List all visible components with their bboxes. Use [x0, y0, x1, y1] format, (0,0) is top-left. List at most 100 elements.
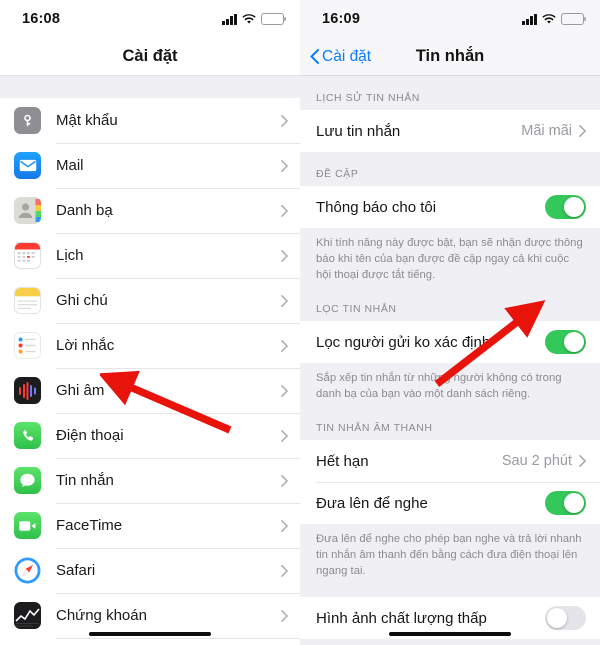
mail-icon	[14, 152, 41, 179]
chevron-left-icon	[310, 49, 319, 64]
cell-save-messages[interactable]: Lưu tin nhắn Mãi mãi	[300, 110, 600, 152]
chevron-right-icon	[281, 474, 288, 487]
low-quality-image-toggle[interactable]	[545, 606, 586, 631]
filter-unknown-senders-toggle[interactable]	[545, 330, 586, 355]
cell-label: Lọc người gửi ko xác định	[316, 333, 491, 351]
stocks-icon	[14, 602, 41, 629]
chevron-right-icon	[281, 429, 288, 442]
cell-label: Thông báo cho tôi	[316, 198, 437, 216]
sidebar-item-label: Danh bạ	[56, 202, 113, 219]
footnote-mentions: Khi tính năng này được bật, bạn sẽ nhận …	[300, 228, 600, 288]
facetime-icon	[14, 512, 41, 539]
dual-phone-screenshot: 16:08 Cài đặt Mật khẩu Mail Danh bạ Lịch…	[0, 0, 600, 645]
section-gap	[300, 583, 600, 598]
section-header-audio-messages: TIN NHẮN ÂM THANH	[300, 406, 600, 441]
sidebar-item-safari[interactable]: Safari	[0, 548, 300, 593]
sidebar-item-label: Điện thoại	[56, 427, 124, 444]
cell-expire[interactable]: Hết hạn Sau 2 phút	[300, 440, 600, 483]
raise-to-listen-toggle[interactable]	[545, 491, 586, 516]
sidebar-item-translate[interactable]: A文 Dịch thuật	[0, 638, 300, 645]
nav-bar-left: Cài đặt	[0, 38, 300, 76]
cell-label: Hình ảnh chất lượng thấp	[316, 609, 487, 627]
status-bar-left: 16:08	[0, 0, 300, 38]
sidebar-item-voice-memos[interactable]: Ghi âm	[0, 368, 300, 413]
page-title: Cài đặt	[122, 47, 178, 65]
cell-value: Mãi mãi	[521, 123, 586, 139]
battery-icon	[561, 13, 587, 25]
sidebar-item-messages[interactable]: Tin nhắn	[0, 458, 300, 503]
chevron-right-icon	[579, 125, 586, 137]
right-phone-messages-settings-screen: 16:09 Cài đặt Tin nhắn LỊCH SỬ TIN NHẮN …	[300, 0, 600, 645]
status-icons	[222, 13, 287, 25]
back-button-label: Cài đặt	[322, 47, 372, 65]
chevron-right-icon	[281, 564, 288, 577]
sidebar-item-label: Chứng khoán	[56, 607, 147, 624]
section-header-message-filtering: LỌC TIN NHẮN	[300, 287, 600, 322]
notes-icon	[14, 287, 41, 314]
status-icons	[522, 13, 587, 25]
messages-icon	[14, 467, 41, 494]
notify-me-toggle[interactable]	[545, 195, 586, 219]
sidebar-item-label: Safari	[56, 562, 96, 579]
chevron-right-icon	[281, 294, 288, 307]
footnote-message-filtering: Sắp xếp tin nhắn từ những người không có…	[300, 363, 600, 407]
sidebar-item-label: Ghi âm	[56, 382, 105, 399]
back-button[interactable]: Cài đặt	[310, 48, 371, 66]
wifi-icon	[242, 13, 256, 25]
wifi-icon	[542, 13, 556, 25]
sidebar-item-label: Tin nhắn	[56, 472, 114, 489]
chevron-right-icon	[281, 159, 288, 172]
chevron-right-icon	[579, 455, 586, 468]
sidebar-item-passwords[interactable]: Mật khẩu	[0, 98, 300, 143]
voice-memos-icon	[14, 377, 41, 404]
sidebar-item-calendar[interactable]: Lịch	[0, 233, 300, 278]
cell-label: Lưu tin nhắn	[316, 122, 401, 140]
chevron-right-icon	[281, 114, 288, 127]
section-header-mentions: ĐỀ CẬP	[300, 152, 600, 186]
cell-filter-unknown-senders[interactable]: Lọc người gửi ko xác định	[300, 321, 600, 364]
sidebar-item-phone[interactable]: Điện thoại	[0, 413, 300, 458]
safari-icon	[14, 557, 41, 584]
chevron-right-icon	[281, 249, 288, 262]
home-indicator-right	[389, 631, 511, 636]
cell-raise-to-listen[interactable]: Đưa lên để nghe	[300, 482, 600, 525]
footnote-audio-messages: Đưa lên để nghe cho phép bạn nghe và trả…	[300, 524, 600, 584]
cellular-bars-icon	[522, 13, 537, 25]
section-header-message-history: LỊCH SỬ TIN NHẮN	[300, 76, 600, 110]
cell-label: Đưa lên để nghe	[316, 494, 428, 512]
status-time: 16:09	[322, 11, 361, 27]
battery-icon	[261, 13, 287, 25]
cell-notify-me[interactable]: Thông báo cho tôi	[300, 186, 600, 228]
sidebar-item-mail[interactable]: Mail	[0, 143, 300, 188]
nav-bar-right: Cài đặt Tin nhắn	[300, 38, 600, 76]
chevron-right-icon	[281, 519, 288, 532]
reminders-icon	[14, 332, 41, 359]
sidebar-item-label: Ghi chú	[56, 292, 108, 309]
sidebar-item-notes[interactable]: Ghi chú	[0, 278, 300, 323]
sidebar-item-label: Mail	[56, 157, 84, 174]
chevron-right-icon	[281, 384, 288, 397]
chevron-right-icon	[281, 339, 288, 352]
contacts-icon	[14, 197, 41, 224]
footnote-low-quality-image: Khi tính năng này được bật, hình ảnh đượ…	[300, 639, 600, 645]
sidebar-item-label: FaceTime	[56, 517, 123, 534]
list-top-gap	[0, 76, 300, 98]
left-phone-settings-screen: 16:08 Cài đặt Mật khẩu Mail Danh bạ Lịch…	[0, 0, 300, 645]
page-title: Tin nhắn	[415, 47, 485, 65]
chevron-right-icon	[281, 204, 288, 217]
sidebar-item-label: Lời nhắc	[56, 337, 115, 354]
chevron-right-icon	[281, 609, 288, 622]
sidebar-item-facetime[interactable]: FaceTime	[0, 503, 300, 548]
sidebar-item-label: Mật khẩu	[56, 112, 118, 129]
status-bar-right: 16:09	[300, 0, 600, 38]
status-time: 16:08	[22, 11, 61, 27]
home-indicator-left	[89, 631, 211, 636]
phone-icon	[14, 422, 41, 449]
cellular-bars-icon	[222, 13, 237, 25]
sidebar-item-contacts[interactable]: Danh bạ	[0, 188, 300, 233]
sidebar-item-label: Lịch	[56, 247, 84, 264]
settings-list: Mật khẩu Mail Danh bạ Lịch Ghi chú Lời n…	[0, 98, 300, 645]
cell-value: Sau 2 phút	[502, 453, 586, 469]
sidebar-item-reminders[interactable]: Lời nhắc	[0, 323, 300, 368]
calendar-icon	[14, 242, 41, 269]
